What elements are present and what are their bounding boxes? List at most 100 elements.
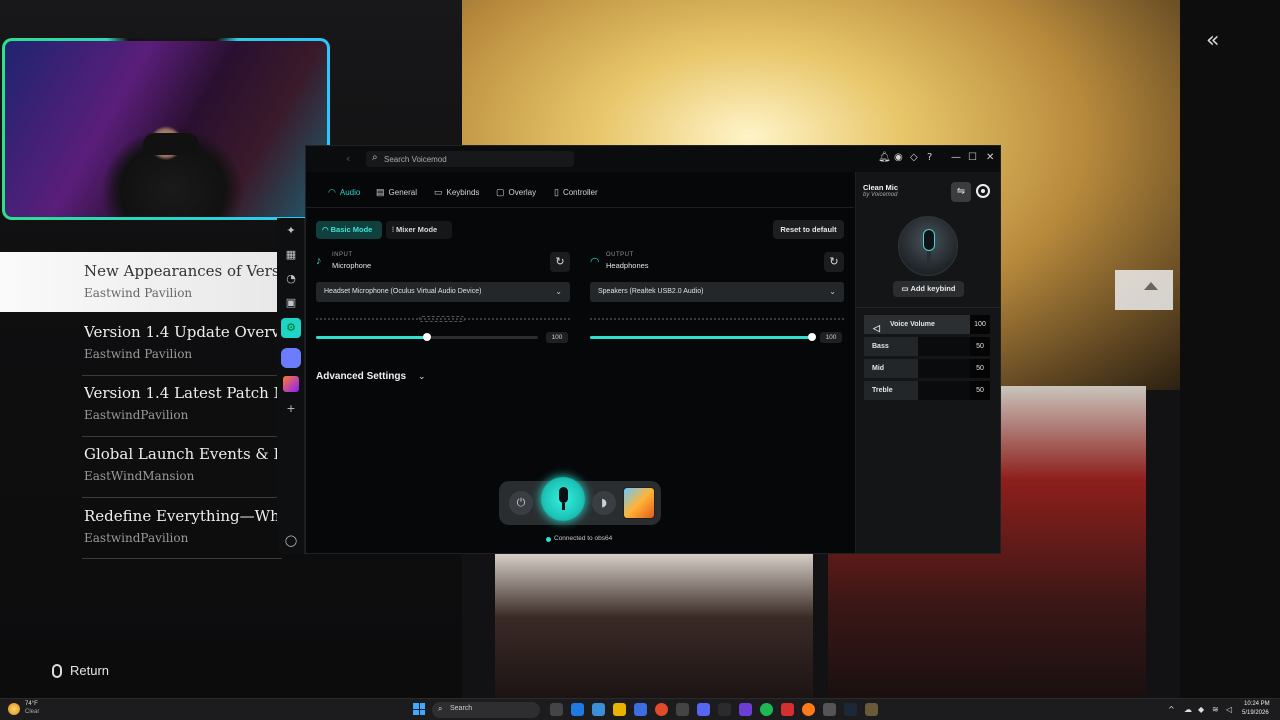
news-item[interactable]: New Appearances of Versio Eastwind Pavil…	[84, 262, 284, 300]
task-view-icon[interactable]	[550, 703, 563, 716]
treble-row[interactable]: Treble 50	[864, 381, 990, 400]
output-device-select[interactable]: Speakers (Realtek USB2.0 Audio) ⌄	[590, 282, 844, 302]
add-keybind-button[interactable]: ▭ Add keybind	[893, 281, 964, 297]
refresh-output-button[interactable]: ↻	[824, 252, 844, 272]
news-item[interactable]: Redefine Everything—Wher EastwindPavilio…	[84, 507, 284, 545]
maximize-icon[interactable]: ☐	[968, 152, 977, 163]
edge-icon[interactable]	[571, 703, 584, 716]
discord-icon[interactable]	[697, 703, 710, 716]
chevron-down-icon[interactable]: ⌄	[418, 372, 426, 382]
wifi-icon[interactable]: ≋	[1212, 705, 1219, 714]
notification-icon[interactable]: 🔔︎	[878, 152, 891, 163]
steam-icon[interactable]	[844, 703, 857, 716]
volume-icon[interactable]: ◁	[1226, 705, 1232, 714]
help-icon[interactable]: ?	[927, 152, 932, 163]
param-value[interactable]: 50	[970, 359, 990, 378]
app-tray-icon[interactable]: ◆	[1198, 705, 1204, 714]
app-icon[interactable]	[634, 703, 647, 716]
input-volume-knob[interactable]	[423, 333, 431, 341]
output-level-meter	[590, 318, 844, 320]
close-icon[interactable]: ✕	[986, 152, 994, 163]
mixer-mode-button[interactable]: ⫶ Mixer Mode	[386, 221, 452, 239]
grid-icon[interactable]: ▦	[284, 248, 298, 262]
tab-controller[interactable]: ▯ Controller	[554, 187, 598, 198]
divider	[856, 307, 1001, 308]
news-item[interactable]: Version 1.4 Update Overview Eastwind Pav…	[84, 323, 284, 361]
param-value[interactable]: 100	[970, 315, 990, 334]
game-icon[interactable]	[865, 703, 878, 716]
app-icon[interactable]	[781, 703, 794, 716]
mouse-icon	[52, 664, 62, 678]
search-input[interactable]	[384, 151, 569, 167]
game-app-icon[interactable]	[283, 376, 299, 392]
news-title: Redefine Everything—Wher	[84, 507, 284, 525]
chrome-icon[interactable]	[655, 703, 668, 716]
input-device-select[interactable]: Headset Microphone (Oculus Virtual Audio…	[316, 282, 570, 302]
firefox-icon[interactable]	[802, 703, 815, 716]
voice-volume-row[interactable]: ◁ Voice Volume 100	[864, 315, 990, 334]
treble-slider[interactable]	[918, 381, 970, 400]
voicemod-sidebar: ✦ ▦ ◔ ▣ ⚙ + ◯	[277, 218, 305, 554]
app-icon[interactable]	[676, 703, 689, 716]
input-volume-slider[interactable]	[316, 333, 538, 341]
back-icon[interactable]: ‹	[346, 152, 350, 165]
advanced-settings-toggle[interactable]: Advanced Settings	[316, 371, 406, 382]
app-icon[interactable]	[739, 703, 752, 716]
scroll-up-button[interactable]	[1115, 270, 1173, 310]
bass-row[interactable]: Bass 50	[864, 337, 990, 356]
voice-name: Clean Mic	[863, 183, 899, 192]
artwork-character-left	[495, 552, 813, 698]
search-box[interactable]: ⌕	[366, 151, 574, 167]
store-icon[interactable]	[592, 703, 605, 716]
return-button[interactable]: Return	[70, 663, 109, 678]
param-value[interactable]: 50	[970, 381, 990, 400]
diamond-icon[interactable]: ◇	[910, 152, 918, 163]
soundboard-icon[interactable]: ▣	[284, 296, 298, 310]
tab-keybinds[interactable]: ▭ Keybinds	[434, 187, 479, 198]
spotify-icon[interactable]	[760, 703, 773, 716]
refresh-input-button[interactable]: ↻	[550, 252, 570, 272]
back-arrow-icon[interactable]: «	[1206, 28, 1219, 53]
tab-audio[interactable]: ◠ Audio	[328, 187, 360, 198]
voicemod-app-icon[interactable]	[281, 348, 301, 368]
power-icon[interactable]: ⏻	[509, 491, 533, 515]
mic-toggle-button[interactable]	[541, 477, 585, 521]
basic-mode-button[interactable]: ◠ Basic Mode	[316, 221, 382, 239]
weather-icon[interactable]	[8, 703, 20, 715]
chevron-up-icon[interactable]: ^	[1168, 705, 1175, 714]
cloud-icon[interactable]: ☁	[1184, 705, 1192, 714]
settings-icon[interactable]: ⚙	[281, 318, 301, 338]
param-value[interactable]: 50	[970, 337, 990, 356]
reset-to-default-button[interactable]: Reset to default	[773, 220, 844, 239]
output-volume-value: 100	[820, 332, 842, 343]
start-button[interactable]	[413, 703, 425, 715]
mid-row[interactable]: Mid 50	[864, 359, 990, 378]
news-item[interactable]: Global Launch Events & Rew EastWindMansi…	[84, 445, 284, 483]
clock-date[interactable]: 5/19/2026	[1242, 710, 1269, 716]
output-volume-slider[interactable]	[590, 333, 816, 341]
taskbar-search[interactable]: ⌕ Search	[432, 702, 540, 718]
minimize-icon[interactable]: —	[951, 152, 961, 163]
file-explorer-icon[interactable]	[613, 703, 626, 716]
bell-icon[interactable]: ◔	[284, 272, 298, 286]
bass-slider[interactable]	[918, 337, 970, 356]
output-volume-knob[interactable]	[808, 333, 816, 341]
add-icon[interactable]: +	[284, 402, 298, 416]
terminal-icon[interactable]	[718, 703, 731, 716]
user-icon[interactable]: ◯	[284, 534, 298, 548]
news-source: EastWindMansion	[84, 469, 195, 483]
speaker-icon: ◁	[873, 323, 880, 333]
obs-icon[interactable]	[823, 703, 836, 716]
clock-time[interactable]: 10:24 PM	[1244, 701, 1270, 707]
sparkle-icon[interactable]: ✦	[284, 224, 298, 238]
record-button[interactable]	[976, 184, 990, 198]
hear-myself-icon[interactable]: ◗	[592, 491, 616, 515]
mid-slider[interactable]	[918, 359, 970, 378]
tab-general[interactable]: ▤ General	[376, 187, 417, 198]
chevron-down-icon: ⌄	[829, 287, 836, 296]
tab-overlay[interactable]: ▢ Overlay	[496, 187, 536, 198]
discord-icon[interactable]: ◉	[894, 152, 903, 163]
news-item[interactable]: Version 1.4 Latest Patch Not EastwindPav…	[84, 384, 284, 422]
current-voice-thumbnail[interactable]	[623, 487, 655, 519]
equalizer-icon[interactable]: ⇋	[951, 182, 971, 202]
